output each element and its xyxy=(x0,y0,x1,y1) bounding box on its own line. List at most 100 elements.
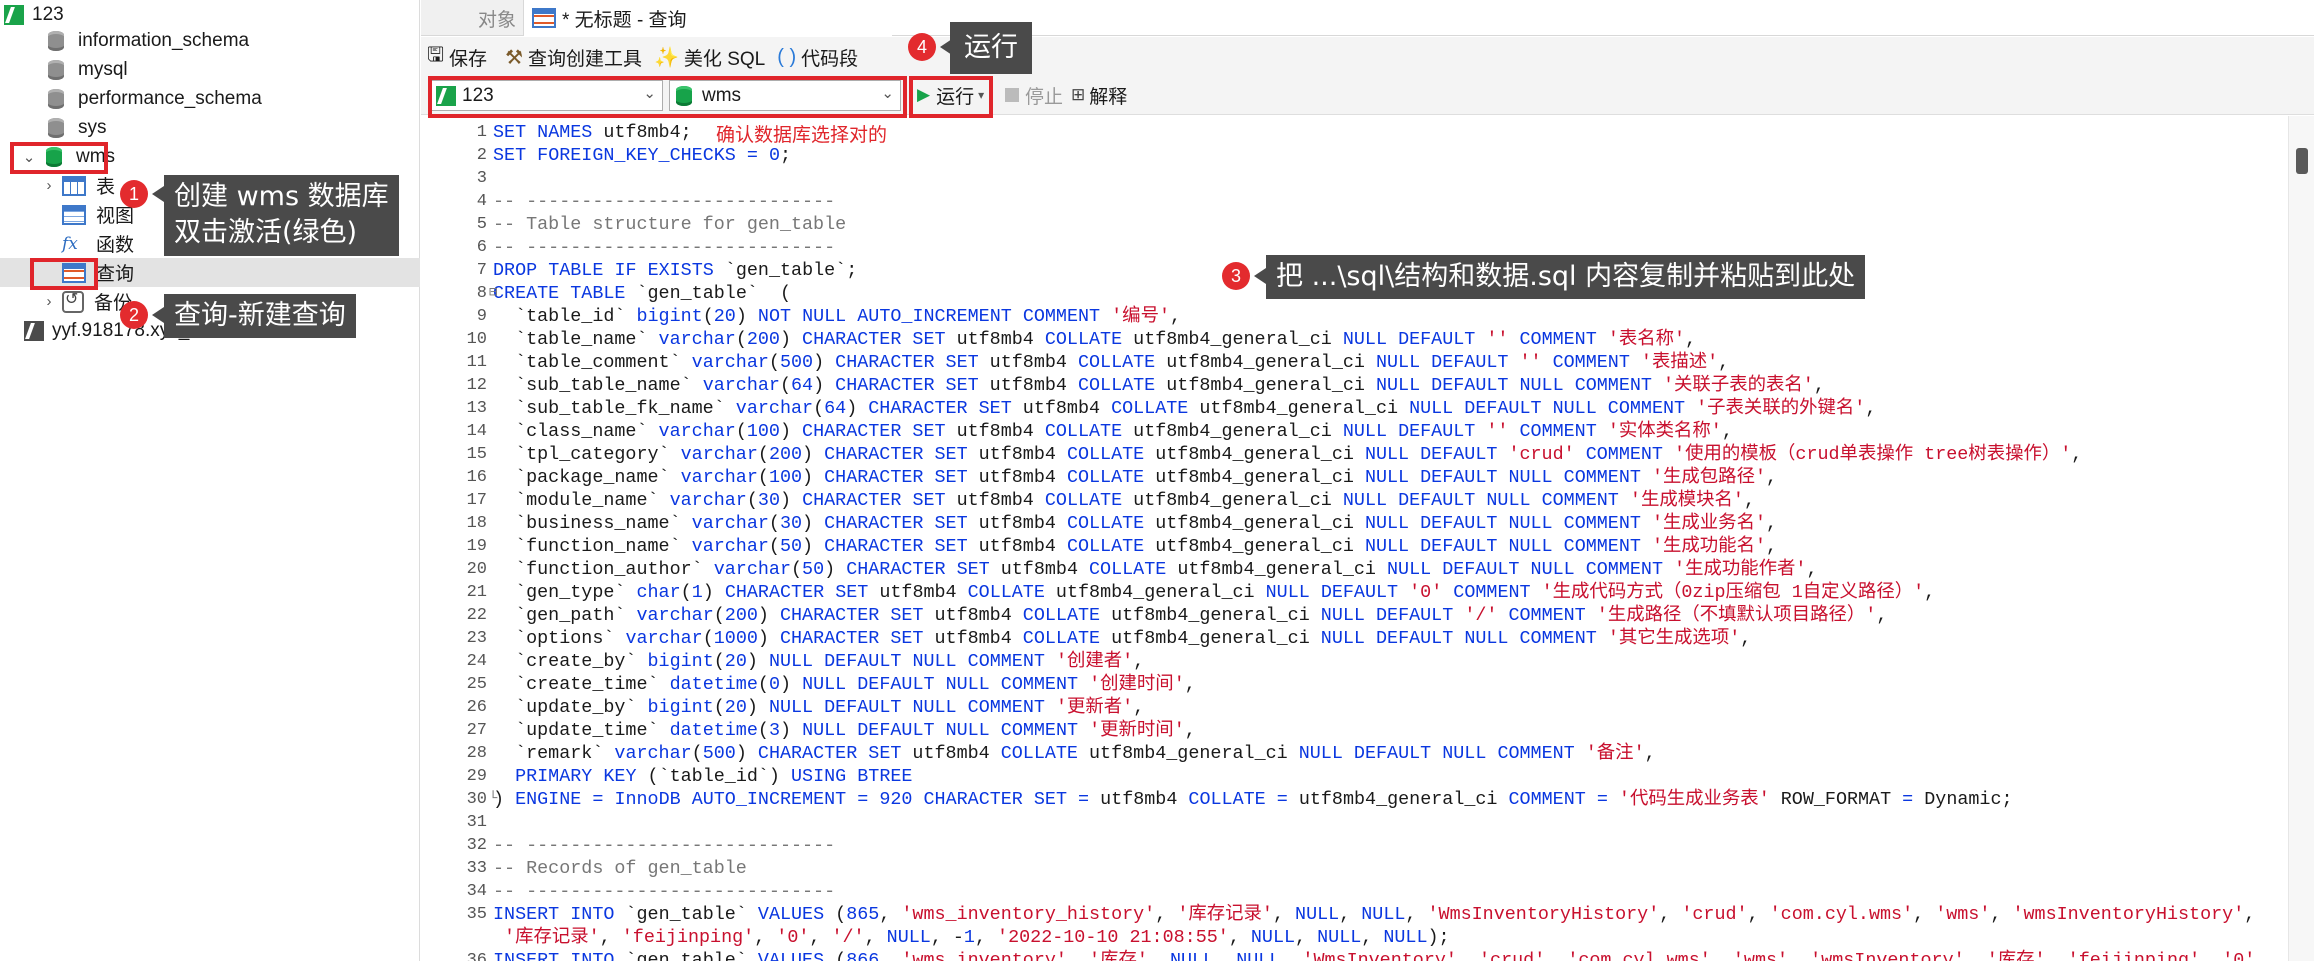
magic-wand-icon: ✨ xyxy=(654,46,679,69)
sidebar-item-label: 查询 xyxy=(96,264,135,285)
braces-icon: ( ) xyxy=(777,45,797,68)
query-builder-button[interactable]: ⚒ 查询创建工具 xyxy=(499,37,648,77)
annotation-badge-3: 3 xyxy=(1222,262,1250,290)
hammer-icon: ⚒ xyxy=(505,46,523,69)
database-check-note: 确认数据库选择对的 xyxy=(716,125,888,146)
code-line[interactable]: SET FOREIGN_KEY_CHECKS = 0; xyxy=(493,144,791,167)
line-number: 11 xyxy=(466,353,487,372)
sidebar-item-mysql[interactable]: mysql xyxy=(0,55,420,84)
scrollbar-thumb[interactable] xyxy=(2296,148,2308,174)
code-line[interactable]: DROP TABLE IF EXISTS `gen_table`; xyxy=(493,259,857,282)
function-icon: fx xyxy=(62,233,78,254)
line-number: 7 xyxy=(476,261,487,280)
code-line[interactable]: `function_author` varchar(50) CHARACTER … xyxy=(493,558,1817,581)
code-line[interactable]: -- Table structure for gen_table xyxy=(493,213,846,236)
line-number: 35 xyxy=(466,905,487,924)
line-number: 14 xyxy=(466,422,487,441)
query-builder-label: 查询创建工具 xyxy=(528,48,643,70)
code-line[interactable]: SET NAMES utf8mb4; xyxy=(493,121,692,144)
vertical-scrollbar[interactable] xyxy=(2288,116,2314,961)
database-icon xyxy=(46,30,66,52)
query-toolbar: 🖫 保存 ⚒ 查询创建工具 ✨ 美化 SQL ( ) 代码段 xyxy=(421,37,2314,77)
stop-icon xyxy=(1005,88,1019,102)
sidebar-item-performance-schema[interactable]: performance_schema xyxy=(0,84,420,113)
explain-label: 解释 xyxy=(1089,86,1128,108)
tab-bar-empty xyxy=(892,0,2314,36)
code-line[interactable]: PRIMARY KEY (`table_id`) USING BTREE xyxy=(493,765,912,788)
code-line[interactable]: `remark` varchar(500) CHARACTER SET utf8… xyxy=(493,742,1656,765)
line-number: 20 xyxy=(466,560,487,579)
sidebar-item-connection-123[interactable]: 123 xyxy=(0,0,420,29)
line-number: 34 xyxy=(466,882,487,901)
code-line[interactable]: `table_id` bigint(20) NOT NULL AUTO_INCR… xyxy=(493,305,1181,328)
line-number: 25 xyxy=(466,675,487,694)
code-line[interactable]: -- Records of gen_table xyxy=(493,857,747,880)
line-number: 9 xyxy=(476,307,487,326)
code-line[interactable]: `sub_table_name` varchar(64) CHARACTER S… xyxy=(493,374,1825,397)
code-line[interactable]: `table_name` varchar(200) CHARACTER SET … xyxy=(493,328,1696,351)
save-button[interactable]: 🖫 保存 xyxy=(421,37,493,77)
code-line[interactable]: '库存记录', 'feijinping', '0', '/', NULL, -1… xyxy=(493,926,1450,949)
code-line[interactable]: `module_name` varchar(30) CHARACTER SET … xyxy=(493,489,1755,512)
fold-marker-icon[interactable]: ⊟ xyxy=(489,282,499,305)
sidebar-item-label: performance_schema xyxy=(78,87,262,109)
stop-button[interactable]: 停止 xyxy=(999,77,1069,113)
code-line[interactable]: `gen_path` varchar(200) CHARACTER SET ut… xyxy=(493,604,1887,627)
tab-untitled-query[interactable]: * 无标题 - 查询 xyxy=(523,0,893,36)
highlight-query-node xyxy=(30,258,98,290)
chevron-right-icon[interactable]: › xyxy=(40,293,58,311)
code-line[interactable]: INSERT INTO `gen_table` VALUES (866, 'wm… xyxy=(493,949,2266,961)
code-snippet-button[interactable]: ( ) 代码段 xyxy=(771,37,864,77)
sidebar-item-label: 函数 xyxy=(96,235,135,256)
connection-icon xyxy=(4,4,24,25)
code-line[interactable]: INSERT INTO `gen_table` VALUES (865, 'wm… xyxy=(493,903,2255,926)
code-line[interactable]: `create_time` datetime(0) NULL DEFAULT N… xyxy=(493,673,1196,696)
line-number: 18 xyxy=(466,514,487,533)
line-number: 12 xyxy=(466,376,487,395)
beautify-sql-button[interactable]: ✨ 美化 SQL xyxy=(648,37,771,77)
sql-editor[interactable]: 1 2 3 4 5 6 7 8 9 10 11 12 13 14 15 16 17 18 19 20 21 22 23 24 2… xyxy=(421,116,2314,961)
tooltip-tail xyxy=(152,307,164,323)
annotation-tip-4: 运行 xyxy=(950,22,1032,75)
line-number: 24 xyxy=(466,652,487,671)
code-line[interactable]: `tpl_category` varchar(200) CHARACTER SE… xyxy=(493,443,2082,466)
fold-marker-icon[interactable]: └ xyxy=(489,788,499,811)
code-line[interactable]: ) ENGINE = InnoDB AUTO_INCREMENT = 920 C… xyxy=(493,788,2013,811)
line-number: 8 xyxy=(476,284,487,303)
stop-label: 停止 xyxy=(1025,86,1064,108)
code-line[interactable]: -- ---------------------------- xyxy=(493,236,835,259)
code-line[interactable]: `update_by` bigint(20) NULL DEFAULT NULL… xyxy=(493,696,1144,719)
code-line[interactable]: `update_time` datetime(3) NULL DEFAULT N… xyxy=(493,719,1196,742)
code-line[interactable]: -- ---------------------------- xyxy=(493,880,835,903)
code-line[interactable]: `business_name` varchar(30) CHARACTER SE… xyxy=(493,512,1777,535)
code-line[interactable]: `function_name` varchar(50) CHARACTER SE… xyxy=(493,535,1777,558)
line-number: 2 xyxy=(476,146,487,165)
code-line[interactable]: `gen_type` char(1) CHARACTER SET utf8mb4… xyxy=(493,581,1935,604)
line-number xyxy=(421,926,493,949)
annotation-badge-4: 4 xyxy=(908,33,936,61)
database-icon xyxy=(46,117,66,139)
sidebar-item-sys[interactable]: sys xyxy=(0,113,420,142)
highlight-selectors xyxy=(428,76,907,118)
line-number: 28 xyxy=(466,744,487,763)
line-number-gutter: 1 2 3 4 5 6 7 8 9 10 11 12 13 14 15 16 17 18 19 20 21 22 23 24 2… xyxy=(421,116,493,961)
line-number: 6 xyxy=(476,238,487,257)
code-line[interactable]: `class_name` varchar(100) CHARACTER SET … xyxy=(493,420,1733,443)
explain-icon: ⊞ xyxy=(1071,85,1086,104)
code-line[interactable]: `options` varchar(1000) CHARACTER SET ut… xyxy=(493,627,1751,650)
code-line[interactable]: CREATE TABLE `gen_table` ( xyxy=(493,282,791,305)
chevron-right-icon[interactable]: › xyxy=(40,177,58,195)
line-number: 5 xyxy=(476,215,487,234)
tab-label: 对象 xyxy=(477,9,516,31)
table-icon xyxy=(62,175,86,196)
code-line[interactable]: -- ---------------------------- xyxy=(493,190,835,213)
code-line[interactable]: `package_name` varchar(100) CHARACTER SE… xyxy=(493,466,1777,489)
code-line[interactable]: `table_comment` varchar(500) CHARACTER S… xyxy=(493,351,1729,374)
code-line[interactable]: `create_by` bigint(20) NULL DEFAULT NULL… xyxy=(493,650,1144,673)
code-line[interactable]: `sub_table_fk_name` varchar(64) CHARACTE… xyxy=(493,397,1876,420)
explain-button[interactable]: ⊞ 解释 xyxy=(1065,77,1133,113)
sidebar-item-information-schema[interactable]: information_schema xyxy=(0,26,420,55)
line-number: 4 xyxy=(476,192,487,211)
annotation-tip-2: 查询-新建查询 xyxy=(164,294,356,339)
code-line[interactable]: -- ---------------------------- xyxy=(493,834,835,857)
